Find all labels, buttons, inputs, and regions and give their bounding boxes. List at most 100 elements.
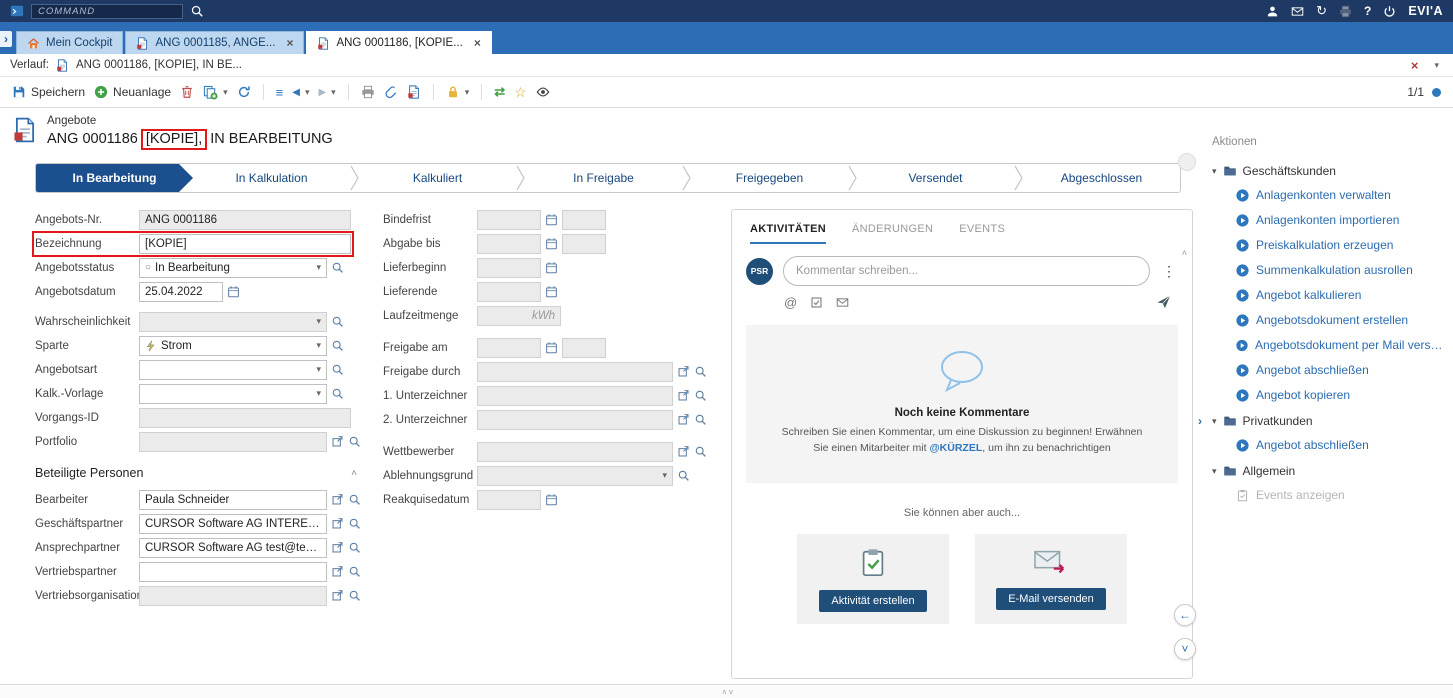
search-icon[interactable] <box>331 363 344 376</box>
freigabe-am-date-input[interactable] <box>477 338 541 358</box>
search-icon[interactable] <box>348 435 361 448</box>
bezeichnung-input[interactable]: [KOPIE] <box>139 234 351 254</box>
tab-ang-0001185[interactable]: ANG 0001185, ANGE... × <box>125 31 304 54</box>
action-angebot-abschliessen-privat[interactable]: Angebot abschließen <box>1236 438 1448 452</box>
lieferende-input[interactable] <box>477 282 541 302</box>
info-dot-icon[interactable] <box>1432 88 1441 97</box>
lock-button[interactable]: ▾ <box>446 85 470 99</box>
mail-icon[interactable] <box>836 296 849 309</box>
visibility-button[interactable] <box>536 85 550 99</box>
open-record-icon[interactable] <box>331 565 344 578</box>
refresh-button[interactable] <box>237 85 251 99</box>
wahrscheinlichkeit-select[interactable]: ▾ <box>139 312 327 332</box>
process-step-versendet[interactable]: Versendet <box>857 164 1014 192</box>
wettbewerber-input[interactable] <box>477 442 673 462</box>
process-step-freigegeben[interactable]: Freigegeben <box>691 164 848 192</box>
bindefrist-date-input[interactable] <box>477 210 541 230</box>
sparte-select[interactable]: Strom ▾ <box>139 336 327 356</box>
ablehnungsgrund-select[interactable]: ▾ <box>477 466 673 486</box>
open-record-icon[interactable] <box>677 389 690 402</box>
tab-ang-0001186[interactable]: ANG 0001186, [KOPIE... × <box>306 31 491 54</box>
chevron-down-icon[interactable]: ▾ <box>316 262 321 273</box>
mail-icon[interactable] <box>1291 5 1304 18</box>
reakquisedatum-input[interactable] <box>477 490 541 510</box>
action-anlagenkonten-verwalten[interactable]: Anlagenkonten verwalten <box>1236 188 1448 202</box>
process-step-kalkuliert[interactable]: Kalkuliert <box>359 164 516 192</box>
action-anlagenkonten-importieren[interactable]: Anlagenkonten importieren <box>1236 213 1448 227</box>
search-icon[interactable] <box>348 493 361 506</box>
chevron-down-icon[interactable]: ▾ <box>305 88 310 97</box>
tab-aktivitaeten[interactable]: AKTIVITÄTEN <box>750 223 826 244</box>
calendar-icon[interactable] <box>545 493 558 506</box>
section-beteiligte-personen[interactable]: Beteiligte Personen ˄ <box>35 466 357 480</box>
close-history-icon[interactable]: × <box>1411 58 1419 73</box>
open-record-icon[interactable] <box>331 517 344 530</box>
chevron-down-icon[interactable]: ▾ <box>316 364 321 375</box>
action-angebot-kopieren[interactable]: Angebot kopieren <box>1236 388 1448 402</box>
power-icon[interactable] <box>1383 5 1396 18</box>
history-entry[interactable]: ANG 0001186, [KOPIE], IN BE... <box>76 59 242 71</box>
calendar-icon[interactable] <box>545 285 558 298</box>
user-icon[interactable] <box>1266 5 1279 18</box>
command-input[interactable] <box>31 4 183 19</box>
search-icon[interactable] <box>331 387 344 400</box>
process-step-in-bearbeitung[interactable]: In Bearbeitung <box>36 164 193 192</box>
list-button[interactable]: ≡ <box>276 85 284 100</box>
open-record-icon[interactable] <box>331 589 344 602</box>
group-geschaeftskunden[interactable]: ▾ Geschäftskunden <box>1212 164 1448 178</box>
chevron-down-icon[interactable]: ▾ <box>662 470 667 481</box>
angebotsstatus-select[interactable]: ○ In Bearbeitung ▾ <box>139 258 327 278</box>
nav-forward-button[interactable]: ▶ ▾ <box>318 87 335 98</box>
process-step-in-freigabe[interactable]: In Freigabe <box>525 164 682 192</box>
chevron-down-icon[interactable]: ▾ <box>465 88 470 97</box>
scroll-up-icon[interactable]: ˄ <box>1182 248 1187 258</box>
delete-button[interactable] <box>180 85 194 99</box>
search-icon[interactable] <box>331 261 344 274</box>
collapse-group-icon[interactable]: ▾ <box>1212 166 1217 177</box>
scroll-down-button[interactable]: ˅ <box>1174 638 1196 660</box>
workflow-button[interactable]: ⇄ <box>494 84 505 100</box>
action-angebotsdokument-erstellen[interactable]: Angebotsdokument erstellen <box>1236 313 1448 327</box>
calendar-icon[interactable] <box>545 261 558 274</box>
angebotsart-select[interactable]: ▾ <box>139 360 327 380</box>
splitter-handle[interactable]: ˄˅ <box>722 688 735 697</box>
abgabe-bis-date-input[interactable] <box>477 234 541 254</box>
favorite-button[interactable]: ☆ <box>514 84 527 101</box>
calendar-icon[interactable] <box>545 341 558 354</box>
action-angebotsdokument-per-mail[interactable]: Angebotsdokument per Mail versenden <box>1236 338 1448 352</box>
open-record-icon[interactable] <box>331 435 344 448</box>
open-record-icon[interactable] <box>677 413 690 426</box>
chevron-down-icon[interactable]: ▾ <box>316 316 321 327</box>
chevron-down-icon[interactable]: ▾ <box>1434 61 1439 70</box>
open-record-icon[interactable] <box>331 541 344 554</box>
save-button[interactable]: Speichern <box>12 85 85 99</box>
search-icon[interactable] <box>331 339 344 352</box>
bindefrist-time-input[interactable] <box>562 210 606 230</box>
search-icon[interactable] <box>694 413 707 426</box>
search-icon[interactable] <box>694 389 707 402</box>
send-icon[interactable] <box>1156 294 1172 310</box>
unterzeichner-2-input[interactable] <box>477 410 673 430</box>
calendar-icon[interactable] <box>545 213 558 226</box>
attachment-button[interactable] <box>384 85 398 99</box>
portfolio-input[interactable] <box>139 432 327 452</box>
search-icon[interactable] <box>190 4 204 18</box>
expand-nav-icon[interactable]: › <box>0 31 12 47</box>
process-step-abgeschlossen[interactable]: Abgeschlossen <box>1023 164 1180 192</box>
collapse-section-icon[interactable]: ˄ <box>351 468 357 479</box>
group-allgemein[interactable]: ▾ Allgemein <box>1212 464 1448 478</box>
bearbeiter-input[interactable]: Paula Schneider <box>139 490 327 510</box>
calendar-icon[interactable] <box>545 237 558 250</box>
document-button[interactable] <box>407 85 421 99</box>
geschaeftspartner-input[interactable]: CURSOR Software AG INTERESSENT <box>139 514 327 534</box>
laufzeitmenge-input[interactable]: kWh <box>477 306 561 326</box>
abgabe-bis-time-input[interactable] <box>562 234 606 254</box>
tab-mein-cockpit[interactable]: Mein Cockpit <box>16 31 123 54</box>
more-options-icon[interactable]: ⋮ <box>1160 263 1178 280</box>
search-icon[interactable] <box>348 517 361 530</box>
new-button[interactable]: Neuanlage <box>94 85 171 99</box>
send-email-button[interactable]: E-Mail versenden <box>996 588 1106 610</box>
search-icon[interactable] <box>331 315 344 328</box>
search-icon[interactable] <box>694 365 707 378</box>
collapse-group-icon[interactable]: ▾ <box>1212 416 1217 427</box>
